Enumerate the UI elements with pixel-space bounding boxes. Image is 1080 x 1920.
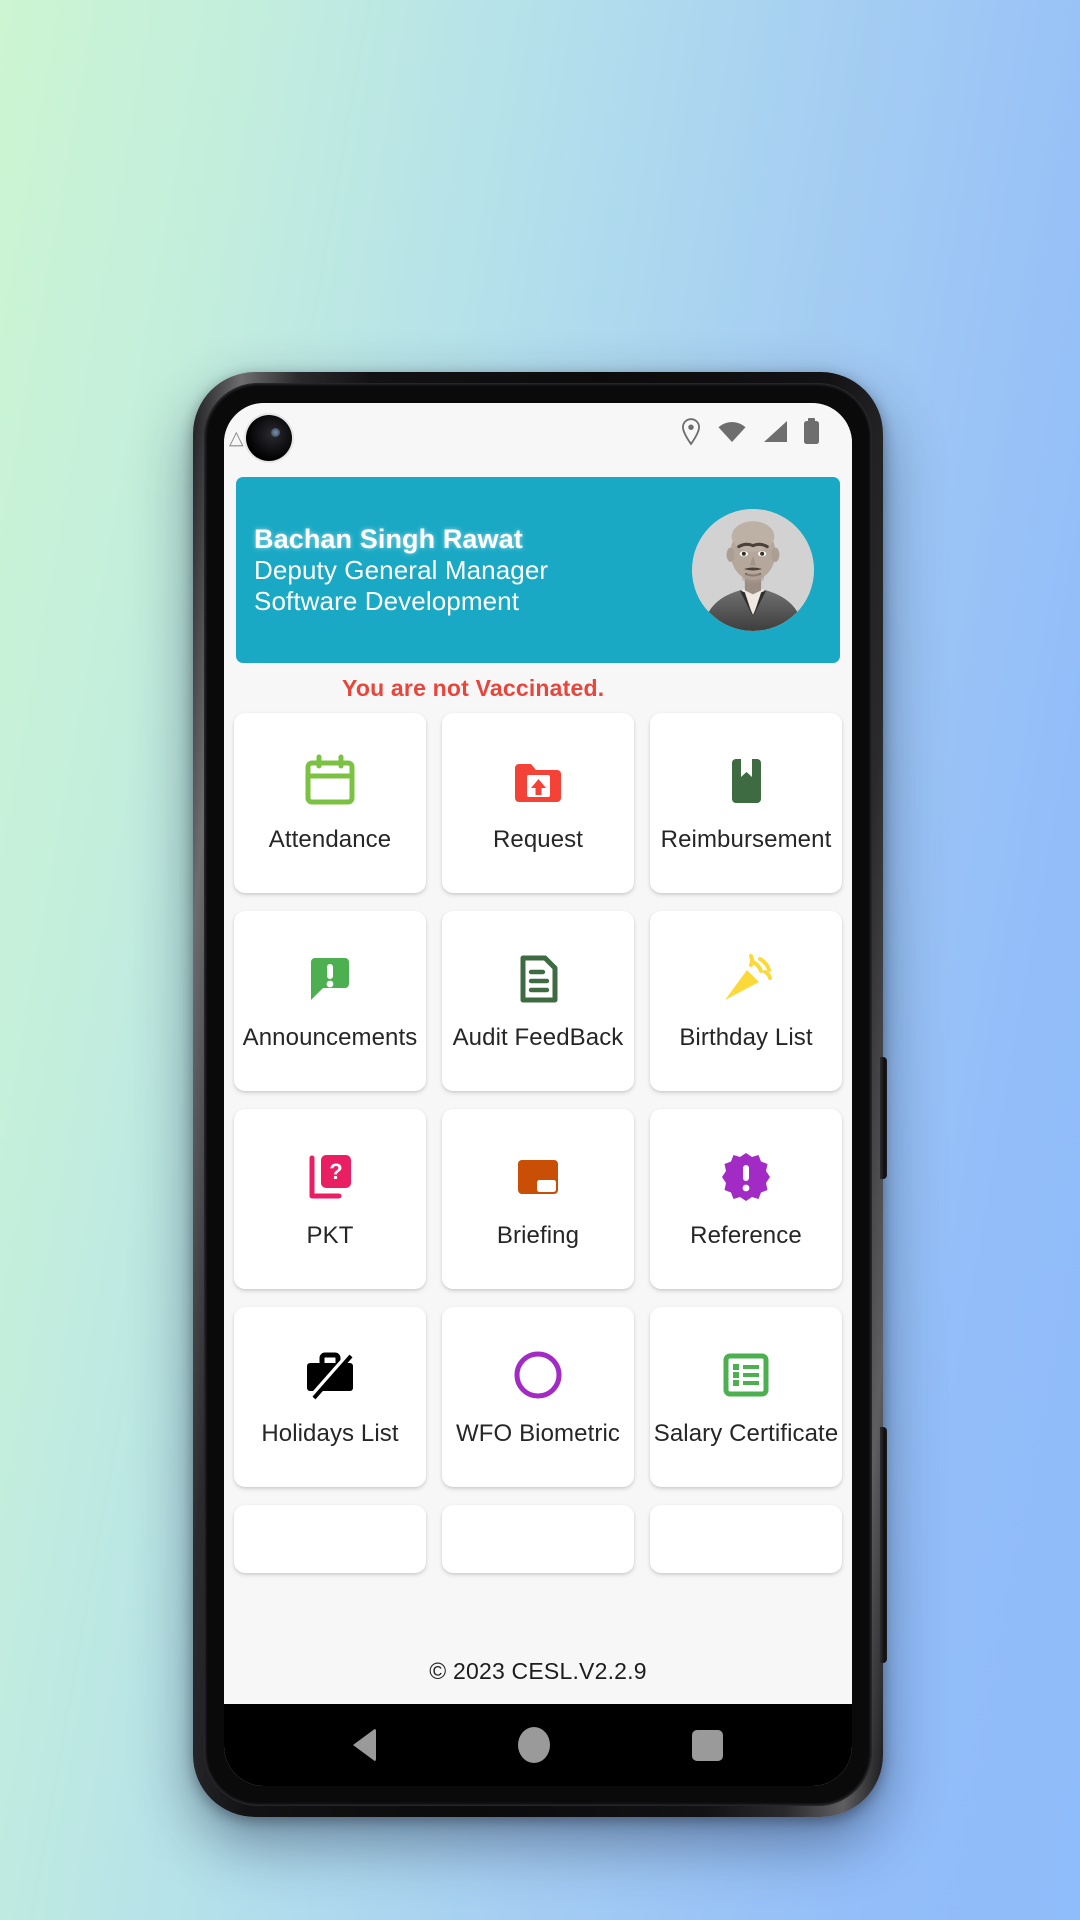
app-content-scroll[interactable]: Bachan Singh Rawat Deputy General Manage…	[224, 465, 852, 1704]
presentation-board-icon	[509, 1148, 567, 1206]
profile-text-block: Bachan Singh Rawat Deputy General Manage…	[254, 524, 692, 617]
tile-audit-feedback[interactable]: Audit FeedBack	[442, 911, 634, 1091]
notice-track: You are not Vaccinated. You are not Vacc…	[224, 675, 852, 702]
starburst-alert-icon	[717, 1148, 775, 1206]
profile-name: Bachan Singh Rawat	[254, 523, 523, 554]
tile-label: Request	[492, 826, 584, 853]
tile-birthday-list[interactable]: Birthday List	[650, 911, 842, 1091]
briefcase-off-icon	[301, 1346, 359, 1404]
tile-label: PKT	[306, 1222, 354, 1249]
tile-partial-3[interactable]	[650, 1505, 842, 1573]
back-button-icon[interactable]	[353, 1728, 376, 1762]
folder-upload-icon	[509, 752, 567, 810]
tile-pkt[interactable]: ? PKT	[234, 1109, 426, 1289]
profile-header-card[interactable]: Bachan Singh Rawat Deputy General Manage…	[236, 477, 840, 663]
notification-glyph-icon: △	[229, 428, 244, 449]
tile-briefing[interactable]: Briefing	[442, 1109, 634, 1289]
tile-reimbursement[interactable]: Reimbursement	[650, 713, 842, 893]
tile-label: Announcements	[242, 1024, 418, 1051]
tile-reference[interactable]: Reference	[650, 1109, 842, 1289]
circle-ring-icon	[509, 1346, 567, 1404]
tile-holidays-list[interactable]: Holidays List	[234, 1307, 426, 1487]
vaccination-notice-marquee: You are not Vaccinated. You are not Vacc…	[224, 663, 852, 713]
battery-icon	[803, 418, 820, 450]
app-footer: © 2023 CESL.V2.2.9	[224, 1638, 852, 1704]
phone-frame: △ Bachan Singh Rawat Deputy General Mana…	[193, 372, 887, 1817]
tile-partial-1[interactable]	[234, 1505, 426, 1573]
copyright-text: © 2023 CESL.V2.2.9	[429, 1657, 647, 1684]
profile-department: Software Development	[254, 585, 520, 616]
tile-partial-2[interactable]	[442, 1505, 634, 1573]
volume-rocker-button[interactable]	[880, 1427, 887, 1663]
tile-label: Reimbursement	[660, 826, 832, 853]
quiz-cards-icon: ?	[301, 1148, 359, 1206]
notice-text: You are not Vaccinated.	[342, 674, 605, 701]
profile-designation: Deputy General Manager	[254, 555, 549, 586]
party-popper-icon	[717, 950, 775, 1008]
cellular-signal-icon	[762, 420, 788, 449]
tile-wfo-biometric[interactable]: WFO Biometric	[442, 1307, 634, 1487]
tile-label: Salary Certificate	[653, 1420, 839, 1447]
location-pin-icon	[680, 417, 702, 451]
tile-label: Briefing	[496, 1222, 580, 1249]
front-camera-punch-hole	[246, 415, 292, 461]
tile-request[interactable]: Request	[442, 713, 634, 893]
android-navigation-bar	[224, 1704, 852, 1786]
tile-label: Reference	[690, 1222, 802, 1249]
tile-label: Birthday List	[679, 1024, 813, 1051]
phone-bezel: △ Bachan Singh Rawat Deputy General Mana…	[204, 383, 872, 1806]
avatar[interactable]	[692, 509, 814, 631]
tile-salary-certificate[interactable]: Salary Certificate	[650, 1307, 842, 1487]
dashboard-tile-grid: Attendance Request Reimbursement Announc…	[224, 713, 852, 1573]
wifi-icon	[717, 420, 747, 449]
document-lines-icon	[509, 950, 567, 1008]
phone-screen: △ Bachan Singh Rawat Deputy General Mana…	[224, 403, 852, 1786]
svg-text:?: ?	[329, 1159, 342, 1184]
recents-button-icon[interactable]	[692, 1729, 723, 1761]
calendar-icon	[301, 752, 359, 810]
announcement-bubble-icon	[301, 950, 359, 1008]
home-button-icon[interactable]	[518, 1727, 550, 1763]
status-bar: △	[224, 403, 852, 465]
bookmark-book-icon	[717, 752, 775, 810]
list-checklist-icon	[717, 1346, 775, 1404]
tile-attendance[interactable]: Attendance	[234, 713, 426, 893]
tile-label: Audit FeedBack	[452, 1024, 624, 1051]
tile-label: Holidays List	[261, 1420, 399, 1447]
power-button[interactable]	[880, 1057, 887, 1179]
tile-label: Attendance	[268, 826, 392, 853]
tile-announcements[interactable]: Announcements	[234, 911, 426, 1091]
tile-label: WFO Biometric	[456, 1420, 620, 1447]
